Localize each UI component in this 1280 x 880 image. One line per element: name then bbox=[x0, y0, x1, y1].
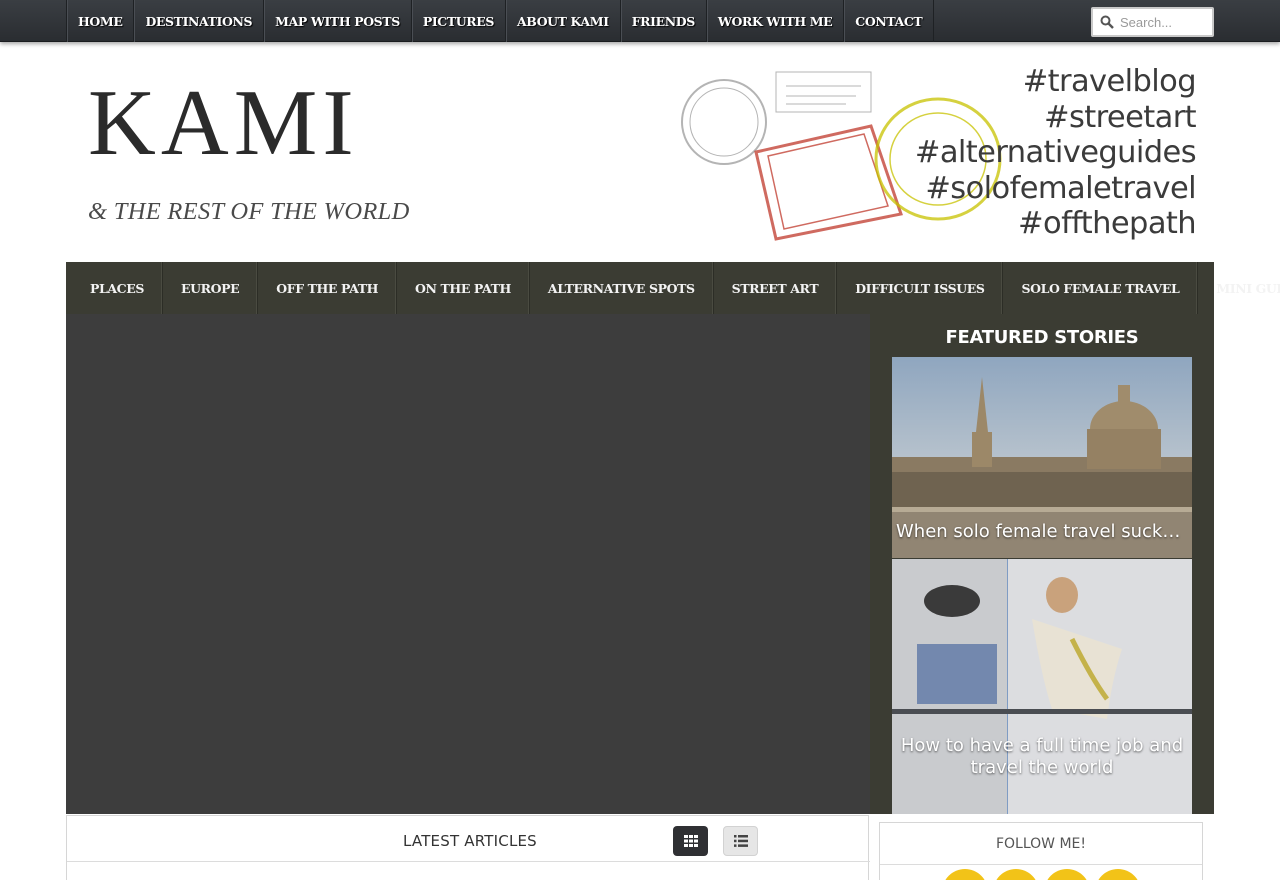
search-input[interactable] bbox=[1120, 14, 1210, 30]
hashtag-item: #travelblog bbox=[1022, 64, 1197, 99]
top-bar: HOME DESTINATIONS MAP WITH POSTS PICTURE… bbox=[0, 0, 1280, 42]
top-nav-about-kami[interactable]: ABOUT KAMI bbox=[506, 0, 621, 42]
featured-story-card[interactable]: When solo female travel sucks... bbox=[892, 357, 1192, 558]
category-off-the-path[interactable]: OFF THE PATH bbox=[258, 262, 398, 314]
main-slider[interactable] bbox=[66, 314, 870, 814]
site-logo[interactable]: KAMI & THE REST OF THE WORLD bbox=[88, 76, 428, 236]
featured-story-card[interactable]: How to have a full time job and travel t… bbox=[892, 559, 1192, 814]
logo-subtitle: & THE REST OF THE WORLD bbox=[88, 198, 410, 225]
list-view-icon bbox=[733, 835, 748, 847]
top-nav-map-with-posts[interactable]: MAP WITH POSTS bbox=[264, 0, 412, 42]
category-europe[interactable]: EUROPE bbox=[163, 262, 259, 314]
top-nav-pictures[interactable]: PICTURES bbox=[412, 0, 506, 42]
hashtag-list: #travelblog #streetart #alternativeguide… bbox=[914, 64, 1197, 242]
category-solo-female-travel[interactable]: SOLO FEMALE TRAVEL bbox=[1003, 262, 1199, 314]
latest-articles: LATEST ARTICLES bbox=[66, 815, 870, 880]
twitter-icon[interactable] bbox=[993, 869, 1039, 880]
top-nav-work-with-me[interactable]: WORK WITH ME bbox=[707, 0, 845, 42]
featured-heading: FEATURED STORIES bbox=[945, 327, 1139, 348]
email-icon[interactable] bbox=[1044, 869, 1090, 880]
rss-icon[interactable] bbox=[1095, 869, 1141, 880]
featured-stories: FEATURED STORIES When solo female travel… bbox=[870, 314, 1214, 814]
hashtag-item: #alternativeguides bbox=[914, 135, 1197, 170]
featured-story-caption: When solo female travel sucks... bbox=[896, 521, 1189, 542]
top-nav-destinations[interactable]: DESTINATIONS bbox=[134, 0, 265, 42]
latest-articles-title: LATEST ARTICLES bbox=[403, 832, 537, 850]
category-on-the-path[interactable]: ON THE PATH bbox=[397, 262, 530, 314]
hashtag-item: #streetart bbox=[1044, 99, 1197, 135]
top-nav-friends[interactable]: FRIENDS bbox=[621, 0, 707, 42]
list-view-button[interactable] bbox=[723, 826, 758, 856]
category-mini-guides[interactable]: MINI GUIDES bbox=[1198, 262, 1280, 314]
category-nav: PLACES EUROPE OFF THE PATH ON THE PATH A… bbox=[66, 262, 1280, 314]
facebook-icon[interactable] bbox=[942, 869, 988, 880]
magnifier-icon bbox=[1100, 15, 1114, 29]
hashtag-item: #offthepath bbox=[1018, 206, 1197, 241]
grid-view-icon bbox=[683, 835, 698, 847]
follow-widget: FOLLOW ME! bbox=[879, 822, 1203, 880]
hashtag-item: #solofemaletravel bbox=[925, 170, 1196, 206]
latest-articles-header: LATEST ARTICLES bbox=[67, 816, 870, 862]
featured-story-caption: How to have a full time job and travel t… bbox=[900, 735, 1184, 778]
top-nav: HOME DESTINATIONS MAP WITH POSTS PICTURE… bbox=[66, 0, 935, 42]
top-nav-home[interactable]: HOME bbox=[67, 0, 135, 42]
category-street-art[interactable]: STREET ART bbox=[714, 262, 838, 314]
logo-title: KAMI bbox=[88, 71, 359, 175]
top-nav-contact[interactable]: CONTACT bbox=[844, 0, 935, 42]
header-banner: #travelblog #streetart #alternativeguide… bbox=[676, 64, 1206, 246]
follow-title: FOLLOW ME! bbox=[880, 823, 1202, 865]
grid-view-button[interactable] bbox=[673, 826, 708, 856]
category-places[interactable]: PLACES bbox=[66, 262, 163, 314]
category-difficult-issues[interactable]: DIFFICULT ISSUES bbox=[837, 262, 1004, 314]
category-alternative-spots[interactable]: ALTERNATIVE SPOTS bbox=[530, 262, 714, 314]
search-box[interactable] bbox=[1091, 7, 1214, 37]
